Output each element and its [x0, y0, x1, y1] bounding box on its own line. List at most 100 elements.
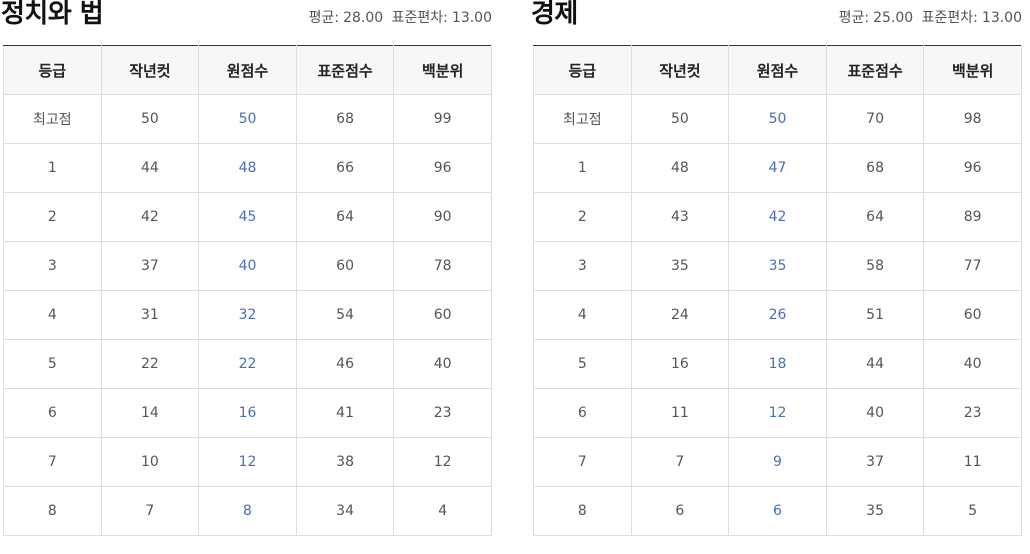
cell-raw-score: 6 — [728, 486, 827, 536]
table-row: 4 24 26 51 60 — [533, 290, 1022, 340]
subject-block-politics-law: 정치와 법 평균: 28.00 표준편차: 13.00 등급 작년컷 원점수 표준점… — [1, 0, 492, 536]
cell-last-year-cut: 48 — [630, 143, 730, 193]
cell-raw-score: 32 — [198, 290, 297, 340]
cell-standard-score: 64 — [825, 192, 925, 242]
cell-standard-score: 54 — [295, 290, 395, 340]
cell-raw-score: 47 — [728, 143, 827, 193]
cell-grade: 3 — [3, 241, 102, 291]
subject-title: 경제 — [531, 0, 578, 29]
table-row: 1 48 47 68 96 — [533, 143, 1022, 193]
cell-percentile: 99 — [393, 94, 492, 144]
cell-last-year-cut: 44 — [100, 143, 200, 193]
table-row: 5 16 18 44 40 — [533, 339, 1022, 389]
cell-grade: 1 — [533, 143, 632, 193]
mean-label: 평균: — [308, 10, 340, 26]
cell-standard-score: 58 — [825, 241, 925, 291]
cell-last-year-cut: 35 — [630, 241, 730, 291]
cell-last-year-cut: 7 — [630, 437, 730, 487]
cell-percentile: 90 — [393, 192, 492, 242]
cell-standard-score: 41 — [295, 388, 395, 438]
cell-raw-score: 45 — [198, 192, 297, 242]
cell-grade: 4 — [3, 290, 102, 340]
cell-standard-score: 46 — [295, 339, 395, 389]
column-header-raw-score: 원점수 — [198, 45, 297, 95]
cell-grade: 7 — [3, 437, 102, 487]
cell-standard-score: 66 — [295, 143, 395, 193]
cell-percentile: 23 — [923, 388, 1022, 438]
cell-grade: 8 — [3, 486, 102, 536]
cell-percentile: 40 — [923, 339, 1022, 389]
cell-standard-score: 38 — [295, 437, 395, 487]
cell-grade: 5 — [3, 339, 102, 389]
cell-percentile: 77 — [923, 241, 1022, 291]
cell-grade: 8 — [533, 486, 632, 536]
cell-standard-score: 60 — [295, 241, 395, 291]
cell-standard-score: 34 — [295, 486, 395, 536]
cell-raw-score: 50 — [728, 94, 827, 144]
subject-header: 경제 평균: 25.00 표준편차: 13.00 — [531, 0, 1022, 45]
cell-last-year-cut: 6 — [630, 486, 730, 536]
cell-percentile: 4 — [393, 486, 492, 536]
cell-percentile: 60 — [923, 290, 1022, 340]
cell-last-year-cut: 50 — [100, 94, 200, 144]
column-header-last-year-cut: 작년컷 — [100, 45, 200, 95]
cell-percentile: 12 — [393, 437, 492, 487]
column-header-last-year-cut: 작년컷 — [630, 45, 730, 95]
mean-value: 25.00 — [873, 10, 914, 26]
cell-percentile: 60 — [393, 290, 492, 340]
cell-percentile: 96 — [923, 143, 1022, 193]
cell-raw-score: 50 — [198, 94, 297, 144]
cell-raw-score: 16 — [198, 388, 297, 438]
cell-grade: 7 — [533, 437, 632, 487]
cell-standard-score: 44 — [825, 339, 925, 389]
table-row: 2 42 45 64 90 — [3, 192, 492, 242]
cell-raw-score: 40 — [198, 241, 297, 291]
table-row: 7 7 9 37 11 — [533, 437, 1022, 487]
cell-last-year-cut: 7 — [100, 486, 200, 536]
table-header-row: 등급 작년컷 원점수 표준점수 백분위 — [533, 45, 1022, 95]
mean-label: 평균: — [838, 10, 870, 26]
cell-last-year-cut: 42 — [100, 192, 200, 242]
cell-raw-score: 48 — [198, 143, 297, 193]
column-header-standard-score: 표준점수 — [295, 45, 395, 95]
cell-last-year-cut: 24 — [630, 290, 730, 340]
cell-last-year-cut: 22 — [100, 339, 200, 389]
cell-grade: 6 — [533, 388, 632, 438]
cell-last-year-cut: 31 — [100, 290, 200, 340]
grade-cut-table: 등급 작년컷 원점수 표준점수 백분위 최고점 50 50 68 99 1 44 48 66 96… — [3, 45, 492, 536]
cell-grade: 2 — [3, 192, 102, 242]
table-row: 3 37 40 60 78 — [3, 241, 492, 291]
cell-standard-score: 68 — [825, 143, 925, 193]
cell-grade: 최고점 — [533, 94, 632, 144]
cell-standard-score: 40 — [825, 388, 925, 438]
cell-standard-score: 51 — [825, 290, 925, 340]
cell-percentile: 11 — [923, 437, 1022, 487]
cell-standard-score: 68 — [295, 94, 395, 144]
cell-last-year-cut: 43 — [630, 192, 730, 242]
cell-last-year-cut: 16 — [630, 339, 730, 389]
table-row: 7 10 12 38 12 — [3, 437, 492, 487]
table-row: 3 35 35 58 77 — [533, 241, 1022, 291]
cell-grade: 5 — [533, 339, 632, 389]
column-header-grade: 등급 — [3, 45, 102, 95]
cell-raw-score: 22 — [198, 339, 297, 389]
table-row: 4 31 32 54 60 — [3, 290, 492, 340]
cell-last-year-cut: 50 — [630, 94, 730, 144]
cell-raw-score: 12 — [198, 437, 297, 487]
cell-percentile: 5 — [923, 486, 1022, 536]
table-row: 최고점 50 50 68 99 — [3, 94, 492, 144]
cell-standard-score: 37 — [825, 437, 925, 487]
cell-raw-score: 9 — [728, 437, 827, 487]
subject-block-economics: 경제 평균: 25.00 표준편차: 13.00 등급 작년컷 원점수 표준점수 백… — [531, 0, 1022, 536]
cell-grade: 4 — [533, 290, 632, 340]
cell-percentile: 23 — [393, 388, 492, 438]
cell-last-year-cut: 10 — [100, 437, 200, 487]
cell-percentile: 89 — [923, 192, 1022, 242]
cell-raw-score: 18 — [728, 339, 827, 389]
cell-grade: 2 — [533, 192, 632, 242]
cell-percentile: 40 — [393, 339, 492, 389]
grade-cut-table: 등급 작년컷 원점수 표준점수 백분위 최고점 50 50 70 98 1 48 47 68 96… — [533, 45, 1022, 536]
table-row: 1 44 48 66 96 — [3, 143, 492, 193]
score-stats: 평균: 28.00 표준편차: 13.00 — [309, 8, 492, 28]
cell-last-year-cut: 37 — [100, 241, 200, 291]
